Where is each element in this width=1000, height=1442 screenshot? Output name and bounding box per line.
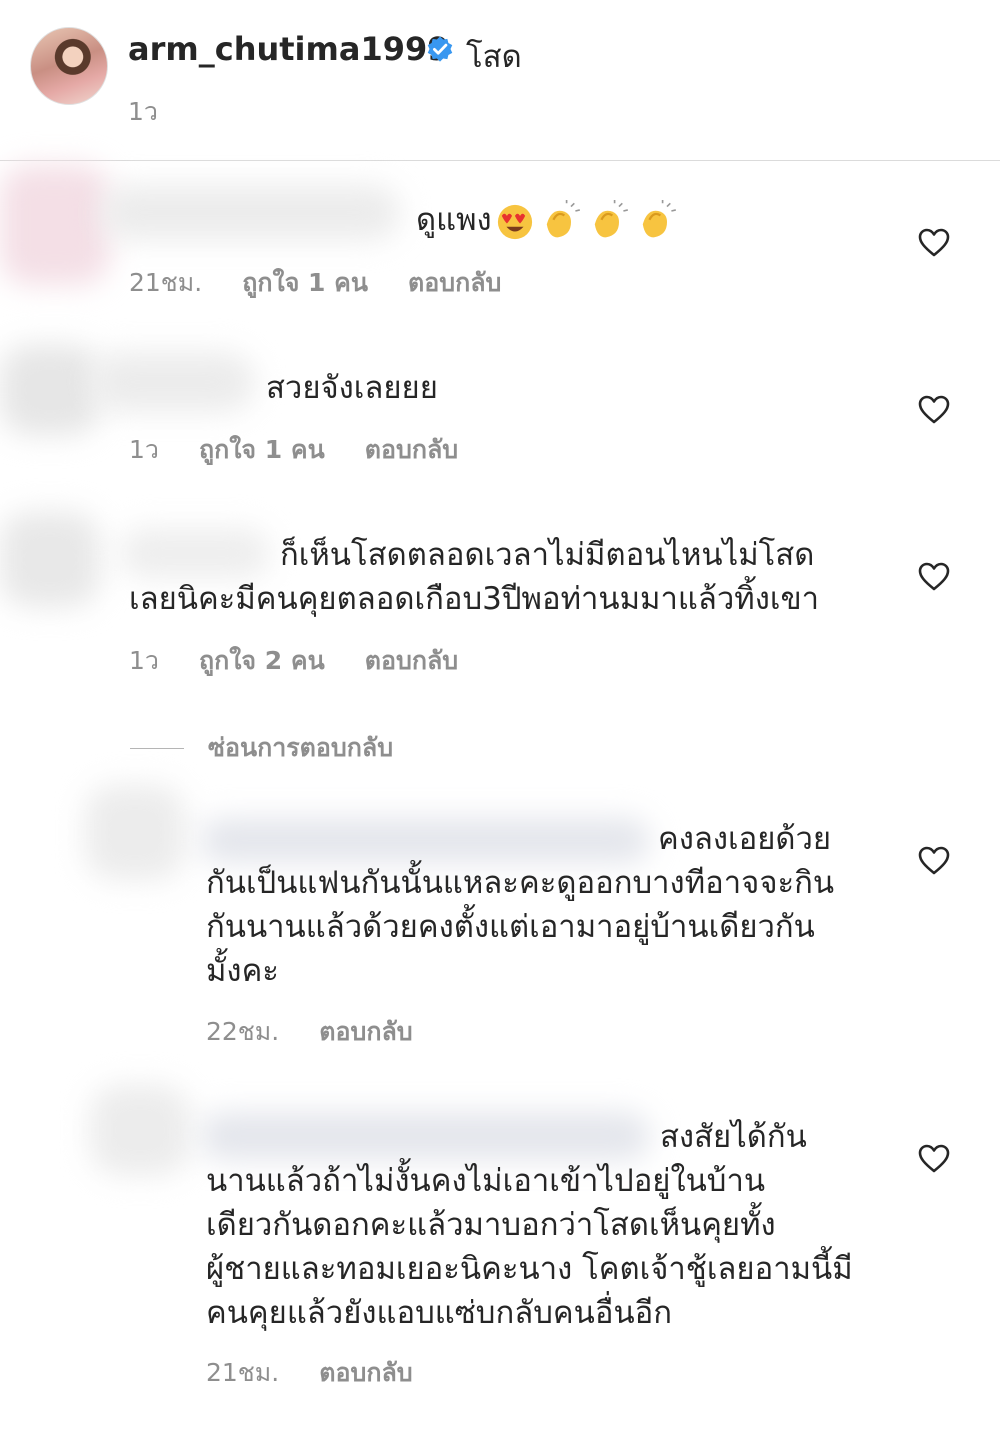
reply-text-continued: เดียวกันดอกคะแล้วมาบอกว่าโสดเห็นคุยทั้ง <box>206 1207 776 1243</box>
clapping-hands-emoji-icon <box>594 199 628 237</box>
comment-meta: 21ชม. ถูกใจ 1 คน ตอบกลับ <box>129 263 501 303</box>
blurred-username <box>200 818 650 863</box>
reply-button[interactable]: ตอบกลับ <box>319 1012 412 1052</box>
avatar[interactable] <box>30 27 108 105</box>
clapping-hands-emoji-icon <box>546 199 580 237</box>
divider <box>0 160 1000 161</box>
comment-likes[interactable]: ถูกใจ 2 คน <box>199 641 325 681</box>
hide-replies-line <box>130 747 184 749</box>
reply-text-continued: มั้งคะ <box>206 953 279 989</box>
reply-text-continued: กันนานแล้วด้วยคงตั้งแต่เอามาอยู่บ้านเดีย… <box>206 909 815 945</box>
blurred-avatar <box>0 345 100 435</box>
reply-meta: 22ชม. ตอบกลับ <box>206 1012 413 1052</box>
blurred-avatar <box>0 512 100 607</box>
clapping-hands-emoji-icon <box>642 199 676 237</box>
post-caption: โสด <box>466 39 522 75</box>
comment-timestamp: 1ว <box>129 646 159 675</box>
blurred-avatar <box>0 165 110 285</box>
heart-icon[interactable] <box>918 228 950 258</box>
reply-button[interactable]: ตอบกลับ <box>365 641 458 681</box>
reply-text: สงสัยได้กัน <box>660 1119 807 1155</box>
comment-likes[interactable]: ถูกใจ 1 คน <box>199 430 325 470</box>
comment-text: ก็เห็นโสดตลอดเวลาไม่มีตอนไหนไม่โสด <box>280 537 815 573</box>
reply-timestamp: 21ชม. <box>206 1358 280 1387</box>
reply-text-continued: คนคุยแล้วยังแอบแซ่บกลับคนอื่นอีก <box>206 1295 673 1331</box>
heart-icon[interactable] <box>918 846 950 876</box>
reply-button[interactable]: ตอบกลับ <box>365 430 458 470</box>
comment-timestamp: 21ชม. <box>129 268 203 297</box>
comment-text-continued: เลยนิคะมีคนคุยตลอดเกือบ3ปีพอท่านมมาแล้วท… <box>129 581 820 617</box>
reply-meta: 21ชม. ตอบกลับ <box>206 1353 413 1393</box>
comment-meta: 1ว ถูกใจ 1 คน ตอบกลับ <box>129 430 458 470</box>
heart-icon[interactable] <box>918 1144 950 1174</box>
reply-button[interactable]: ตอบกลับ <box>319 1353 412 1393</box>
blurred-username <box>120 528 270 578</box>
post-timestamp: 1ว <box>128 97 158 126</box>
hide-replies-label[interactable]: ซ่อนการตอบกลับ <box>208 728 393 768</box>
comment-text: สวยจังเลยยย <box>266 370 438 406</box>
reply-button[interactable]: ตอบกลับ <box>408 263 501 303</box>
reply-text-continued: นานแล้วถ้าไม่งั้นคงไม่เอาเข้าไปอยู่ในบ้า… <box>206 1163 766 1199</box>
blurred-username <box>100 185 400 240</box>
blurred-username <box>200 1112 650 1160</box>
reply-timestamp: 22ชม. <box>206 1017 280 1046</box>
comment-likes[interactable]: ถูกใจ 1 คน <box>242 263 368 303</box>
reply-text-continued: กันเป็นแฟนกันนั้นแหละคะดูออกบางทีอาจจะกิ… <box>206 865 835 901</box>
blurred-avatar <box>85 785 185 880</box>
reply-text: คงลงเอยด้วย <box>658 821 832 857</box>
heart-icon[interactable] <box>918 395 950 425</box>
comment-timestamp: 1ว <box>129 435 159 464</box>
heart-eyes-emoji-icon <box>497 204 532 239</box>
blurred-username <box>90 352 255 412</box>
post-username[interactable]: arm_chutima1999 <box>128 30 450 68</box>
heart-icon[interactable] <box>918 562 950 592</box>
hide-replies-toggle[interactable]: ซ่อนการตอบกลับ <box>130 728 393 768</box>
blurred-avatar <box>90 1085 190 1175</box>
reply-text-continued: ผู้ชายและทอมเยอะนิคะนาง โคตเจ้าชู้เลยอาม… <box>206 1251 853 1287</box>
comment-text: ดูแพง <box>416 198 678 244</box>
post-header: arm_chutima1999 โสด 1ว <box>0 0 1000 160</box>
verified-badge-icon <box>427 36 453 62</box>
comment-meta: 1ว ถูกใจ 2 คน ตอบกลับ <box>129 641 458 681</box>
